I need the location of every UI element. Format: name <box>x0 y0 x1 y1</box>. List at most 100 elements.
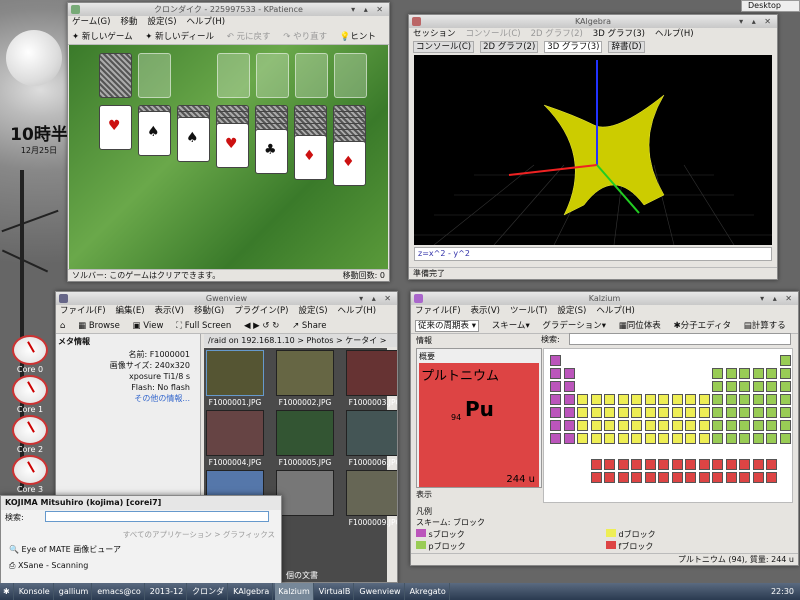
menu-file[interactable]: ファイル(F) <box>60 306 106 316</box>
more-info-link[interactable]: その他の情報... <box>62 393 190 404</box>
thumbnail[interactable] <box>206 350 264 396</box>
taskbar-item[interactable]: VirtualB <box>316 583 355 600</box>
element-cell[interactable] <box>752 368 764 379</box>
menu-settings[interactable]: 設定(S) <box>147 17 176 27</box>
element-cell[interactable] <box>685 394 696 405</box>
foundation-slot[interactable] <box>256 53 289 98</box>
element-cell[interactable] <box>550 394 561 405</box>
thumbnail[interactable] <box>276 410 334 456</box>
element-cell[interactable] <box>725 459 737 470</box>
element-cell[interactable] <box>685 420 696 431</box>
menu-settings[interactable]: 設定(S) <box>557 306 586 316</box>
element-cell[interactable] <box>671 407 683 418</box>
view-button[interactable]: ▣ View <box>133 321 164 331</box>
element-cell[interactable] <box>590 433 602 444</box>
element-cell[interactable] <box>698 420 710 431</box>
tab-2d[interactable]: 2D グラフ(2) <box>480 41 539 53</box>
element-cell[interactable] <box>712 368 723 379</box>
menu-plugins[interactable]: プラグイン(P) <box>234 306 288 316</box>
game-board[interactable]: ♥ ♠ ♠ ♥ ♣ ♦ ♦ <box>69 45 388 269</box>
element-cell[interactable] <box>712 381 723 392</box>
taskbar-item[interactable]: 2013-12 <box>147 583 188 600</box>
element-cell[interactable] <box>617 407 629 418</box>
element-cell[interactable] <box>766 368 777 379</box>
element-cell[interactable] <box>752 459 764 470</box>
element-cell[interactable] <box>779 368 791 379</box>
menu-file[interactable]: ファイル(F) <box>415 306 461 316</box>
element-cell[interactable] <box>685 472 696 483</box>
element-cell[interactable] <box>590 472 602 483</box>
thumbnail[interactable] <box>346 470 397 516</box>
launcher-item[interactable]: 🔍 Eye of MATE 画像ビューア <box>1 540 281 559</box>
element-cell[interactable] <box>766 394 777 405</box>
redo-button[interactable]: ↷ やり直す <box>283 32 327 42</box>
element-cell[interactable] <box>644 459 656 470</box>
element-cell[interactable] <box>698 472 710 483</box>
taskbar-item[interactable]: Akregato <box>407 583 450 600</box>
faceup-card[interactable]: ♠ <box>177 117 210 162</box>
element-cell[interactable] <box>563 420 575 431</box>
element-cell[interactable] <box>563 407 575 418</box>
share-button[interactable]: ↗ Share <box>292 321 326 331</box>
element-cell[interactable] <box>617 420 629 431</box>
element-cell[interactable] <box>712 433 723 444</box>
faceup-card[interactable]: ♠ <box>138 111 171 156</box>
tab-console[interactable]: コンソール(C) <box>413 41 475 53</box>
taskbar-item[interactable]: KAlgebra <box>230 583 274 600</box>
element-cell[interactable] <box>766 472 777 483</box>
window-titlebar[interactable]: Gwenview ▾ ▴ ✕ <box>56 292 397 305</box>
taskbar-item[interactable]: Konsole <box>16 583 54 600</box>
element-cell[interactable] <box>617 472 629 483</box>
element-cell[interactable] <box>658 472 669 483</box>
element-cell[interactable] <box>590 459 602 470</box>
element-cell[interactable] <box>644 433 656 444</box>
show-button[interactable]: 表示 <box>416 489 432 500</box>
waste-slot[interactable] <box>138 53 171 98</box>
breadcrumb[interactable]: /raid on 192.168.1.10 > Photos > ケータイ > … <box>204 334 397 358</box>
element-cell[interactable] <box>712 472 723 483</box>
element-cell[interactable] <box>739 459 750 470</box>
menu-help[interactable]: ヘルプ(H) <box>187 17 226 27</box>
menu-console[interactable]: コンソール(C) <box>466 29 521 39</box>
element-cell[interactable] <box>725 420 737 431</box>
element-cell[interactable] <box>725 368 737 379</box>
menu-2d[interactable]: 2D グラフ(2) <box>531 29 583 39</box>
element-cell[interactable] <box>550 381 561 392</box>
element-cell[interactable] <box>604 420 615 431</box>
table-type-select[interactable]: 従来の周期表 ▾ <box>415 320 479 332</box>
menu-3d[interactable]: 3D グラフ(3) <box>593 29 645 39</box>
element-cell[interactable] <box>698 394 710 405</box>
element-cell[interactable] <box>698 459 710 470</box>
window-controls[interactable]: ▾ ▴ ✕ <box>351 3 386 16</box>
element-cell[interactable] <box>577 433 588 444</box>
menu-help[interactable]: ヘルプ(H) <box>596 306 635 316</box>
element-cell[interactable] <box>631 459 642 470</box>
element-cell[interactable] <box>658 433 669 444</box>
element-cell[interactable] <box>766 420 777 431</box>
element-cell[interactable] <box>685 407 696 418</box>
window-controls[interactable]: ▾ ▴ ✕ <box>760 292 795 305</box>
element-cell[interactable] <box>563 394 575 405</box>
element-cell[interactable] <box>631 407 642 418</box>
element-cell[interactable] <box>739 368 750 379</box>
element-cell[interactable] <box>658 420 669 431</box>
expression-input[interactable]: z=x^2 - y^2 <box>414 247 772 261</box>
element-cell[interactable] <box>685 433 696 444</box>
nav-buttons[interactable]: ◀ ▶ ↺ ↻ <box>244 321 279 331</box>
element-cell[interactable] <box>725 433 737 444</box>
element-cell[interactable] <box>563 433 575 444</box>
menu-move[interactable]: 移動 <box>120 17 137 27</box>
element-cell[interactable] <box>779 381 791 392</box>
3d-plot-view[interactable] <box>414 55 772 246</box>
element-cell[interactable] <box>698 407 710 418</box>
element-cell[interactable] <box>671 472 683 483</box>
element-cell[interactable] <box>712 407 723 418</box>
element-cell[interactable] <box>617 433 629 444</box>
thumbnail[interactable] <box>276 350 334 396</box>
undo-button[interactable]: ↶ 元に戻す <box>227 32 271 42</box>
thumbnail[interactable] <box>276 470 334 516</box>
element-cell[interactable] <box>550 433 561 444</box>
element-cell[interactable] <box>739 394 750 405</box>
element-cell[interactable] <box>752 381 764 392</box>
element-cell[interactable] <box>577 420 588 431</box>
